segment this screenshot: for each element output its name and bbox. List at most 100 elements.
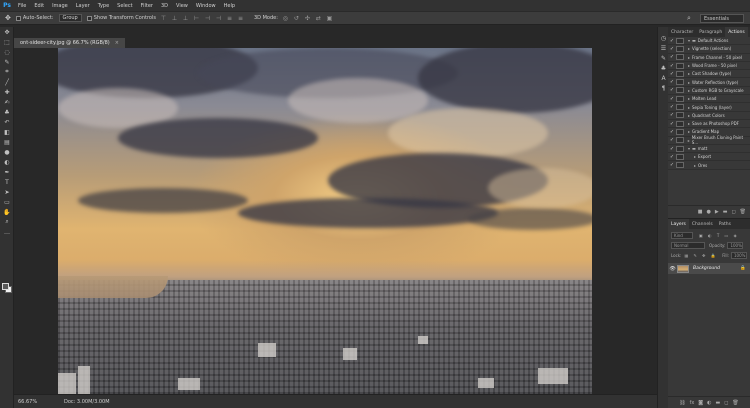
move-tool-icon[interactable]: ✥ [0,27,14,37]
crop-tool-icon[interactable]: ⌗ [0,67,14,77]
toggle-check-icon[interactable]: ✓ [668,121,676,127]
action-row[interactable]: ✓ ▸ Vignette (selection) [668,45,750,54]
tab-actions[interactable]: Actions [725,27,748,37]
foreground-color-swatch[interactable] [2,283,9,290]
dialog-toggle-box[interactable] [676,70,684,77]
menu-view[interactable]: View [172,3,192,9]
tab-character[interactable]: Character [668,27,696,37]
3d-drag-icon[interactable]: ✣ [304,15,311,22]
menu-filter[interactable]: Filter [137,3,157,9]
dialog-toggle-box[interactable] [676,45,684,52]
checkbox-icon[interactable] [86,15,92,21]
action-row[interactable]: ✓ ▸ Export [668,153,750,162]
dialog-toggle-box[interactable] [676,112,684,119]
eraser-tool-icon[interactable]: ◧ [0,127,14,137]
toggle-check-icon[interactable]: ✓ [668,71,676,77]
type-tool-icon[interactable]: T [0,177,14,187]
toggle-check-icon[interactable]: ✓ [668,154,676,160]
tab-paths[interactable]: Paths [716,219,734,229]
tab-paragraph[interactable]: Paragraph [696,27,725,37]
distribute-icon[interactable]: ≡ [226,15,233,22]
tab-channels[interactable]: Channels [689,219,716,229]
quick-select-tool-icon[interactable]: ✎ [0,57,14,67]
dialog-toggle-box[interactable] [676,62,684,69]
blur-tool-icon[interactable]: ● [0,147,14,157]
gradient-tool-icon[interactable]: ▤ [0,137,14,147]
close-icon[interactable]: × [115,40,119,46]
pen-tool-icon[interactable]: ✒ [0,167,14,177]
auto-select-dropdown[interactable]: Group [58,14,82,22]
layer-kind-dropdown[interactable]: Kind [671,232,693,239]
search-icon[interactable]: ⌕ [687,14,696,23]
filter-icons[interactable]: ▣ ◐ T ▭ ◈ [699,233,739,238]
marquee-tool-icon[interactable]: ⬚ [0,37,14,47]
menu-layer[interactable]: Layer [72,3,94,9]
zoom-tool-icon[interactable]: ⌕ [0,217,14,227]
action-row[interactable]: ✓ ▸ Mixer Brush Cloning Paint S... [668,135,750,145]
dialog-toggle-box[interactable] [676,95,684,102]
toggle-check-icon[interactable]: ✓ [668,104,676,110]
new-layer-icon[interactable]: ◻ [724,400,728,406]
3d-roll-icon[interactable]: ↺ [293,15,300,22]
document-info[interactable]: Doc: 3.00M/3.00M [44,399,110,405]
3d-scale-icon[interactable]: ▣ [326,15,333,22]
layer-row-background[interactable]: 👁 Background 🔒 [668,263,750,274]
toggle-check-icon[interactable]: ✓ [668,162,676,168]
fill-field[interactable]: 100% [731,252,747,259]
toggle-check-icon[interactable]: ✓ [668,87,676,93]
move-tool-icon[interactable]: ✥ [5,14,11,22]
menu-help[interactable]: Help [220,3,239,9]
record-icon[interactable]: ● [707,209,711,215]
show-transform-checkbox[interactable]: Show Transform Controls [86,15,156,21]
menu-window[interactable]: Window [192,3,220,9]
opacity-field[interactable]: 100% [727,242,744,249]
dialog-toggle-box[interactable] [676,162,684,169]
action-row[interactable]: ✓ ▸ Ores [668,161,750,170]
document-tab[interactable]: ont-sideer-city.jpg @ 66.7% (RGB/8) × [14,38,125,48]
new-set-icon[interactable]: ▬ [723,209,728,215]
toggle-check-icon[interactable]: ✓ [668,129,676,135]
toggle-check-icon[interactable]: ✓ [668,137,676,143]
menu-edit[interactable]: Edit [30,3,48,9]
toggle-check-icon[interactable]: ✓ [668,63,676,69]
toggle-check-icon[interactable]: ✓ [668,96,676,102]
auto-select-value[interactable]: Group [58,14,82,22]
dialog-toggle-box[interactable] [676,87,684,94]
action-row[interactable]: ✓ ▸ Water Reflection (type) [668,78,750,87]
align-top-icon[interactable]: ⊤ [160,15,167,22]
lasso-tool-icon[interactable]: ◌ [0,47,14,57]
toggle-check-icon[interactable]: ✓ [668,46,676,52]
zoom-level[interactable]: 66.67% [14,399,44,405]
dialog-toggle-box[interactable] [676,104,684,111]
play-icon[interactable]: ▶ [715,209,719,215]
lock-icons[interactable]: ▦ ✎ ✥ 🔒 [684,253,717,258]
dialog-toggle-box[interactable] [676,120,684,127]
align-bottom-icon[interactable]: ⊥ [182,15,189,22]
workspace-dropdown[interactable]: Essentials [700,14,744,23]
stop-icon[interactable]: ■ [698,209,703,215]
3d-rotate-icon[interactable]: ◎ [282,15,289,22]
canvas-area[interactable] [14,48,657,394]
dialog-toggle-box[interactable] [676,37,684,44]
menu-3d[interactable]: 3D [157,3,172,9]
distribute-h-icon[interactable]: ≡ [237,15,244,22]
dialog-toggle-box[interactable] [676,145,684,152]
hand-tool-icon[interactable]: ✋ [0,207,14,217]
trash-icon[interactable]: 🗑 [732,400,738,406]
align-right-icon[interactable]: ⊣ [215,15,222,22]
dialog-toggle-box[interactable] [676,54,684,61]
eye-icon[interactable]: 👁 [668,266,677,272]
eyedropper-tool-icon[interactable]: ╱ [0,77,14,87]
action-row[interactable]: ✓ ▸ Frame Channel - 50 pixel [668,54,750,62]
dialog-toggle-box[interactable] [676,79,684,86]
action-row[interactable]: ✓ ▾ ▬ Default Actions [668,37,750,46]
toggle-check-icon[interactable]: ✓ [668,38,676,44]
dodge-tool-icon[interactable]: ◐ [0,157,14,167]
menu-file[interactable]: File [14,3,30,9]
tab-layers[interactable]: Layers [668,219,689,229]
new-action-icon[interactable]: ◻ [731,209,735,215]
checkbox-icon[interactable] [15,15,21,21]
action-row[interactable]: ✓ ▸ Custom RGB to Grayscale [668,87,750,96]
menu-image[interactable]: Image [48,3,72,9]
action-row[interactable]: ✓ ▸ Cast Shadow (type) [668,70,750,79]
